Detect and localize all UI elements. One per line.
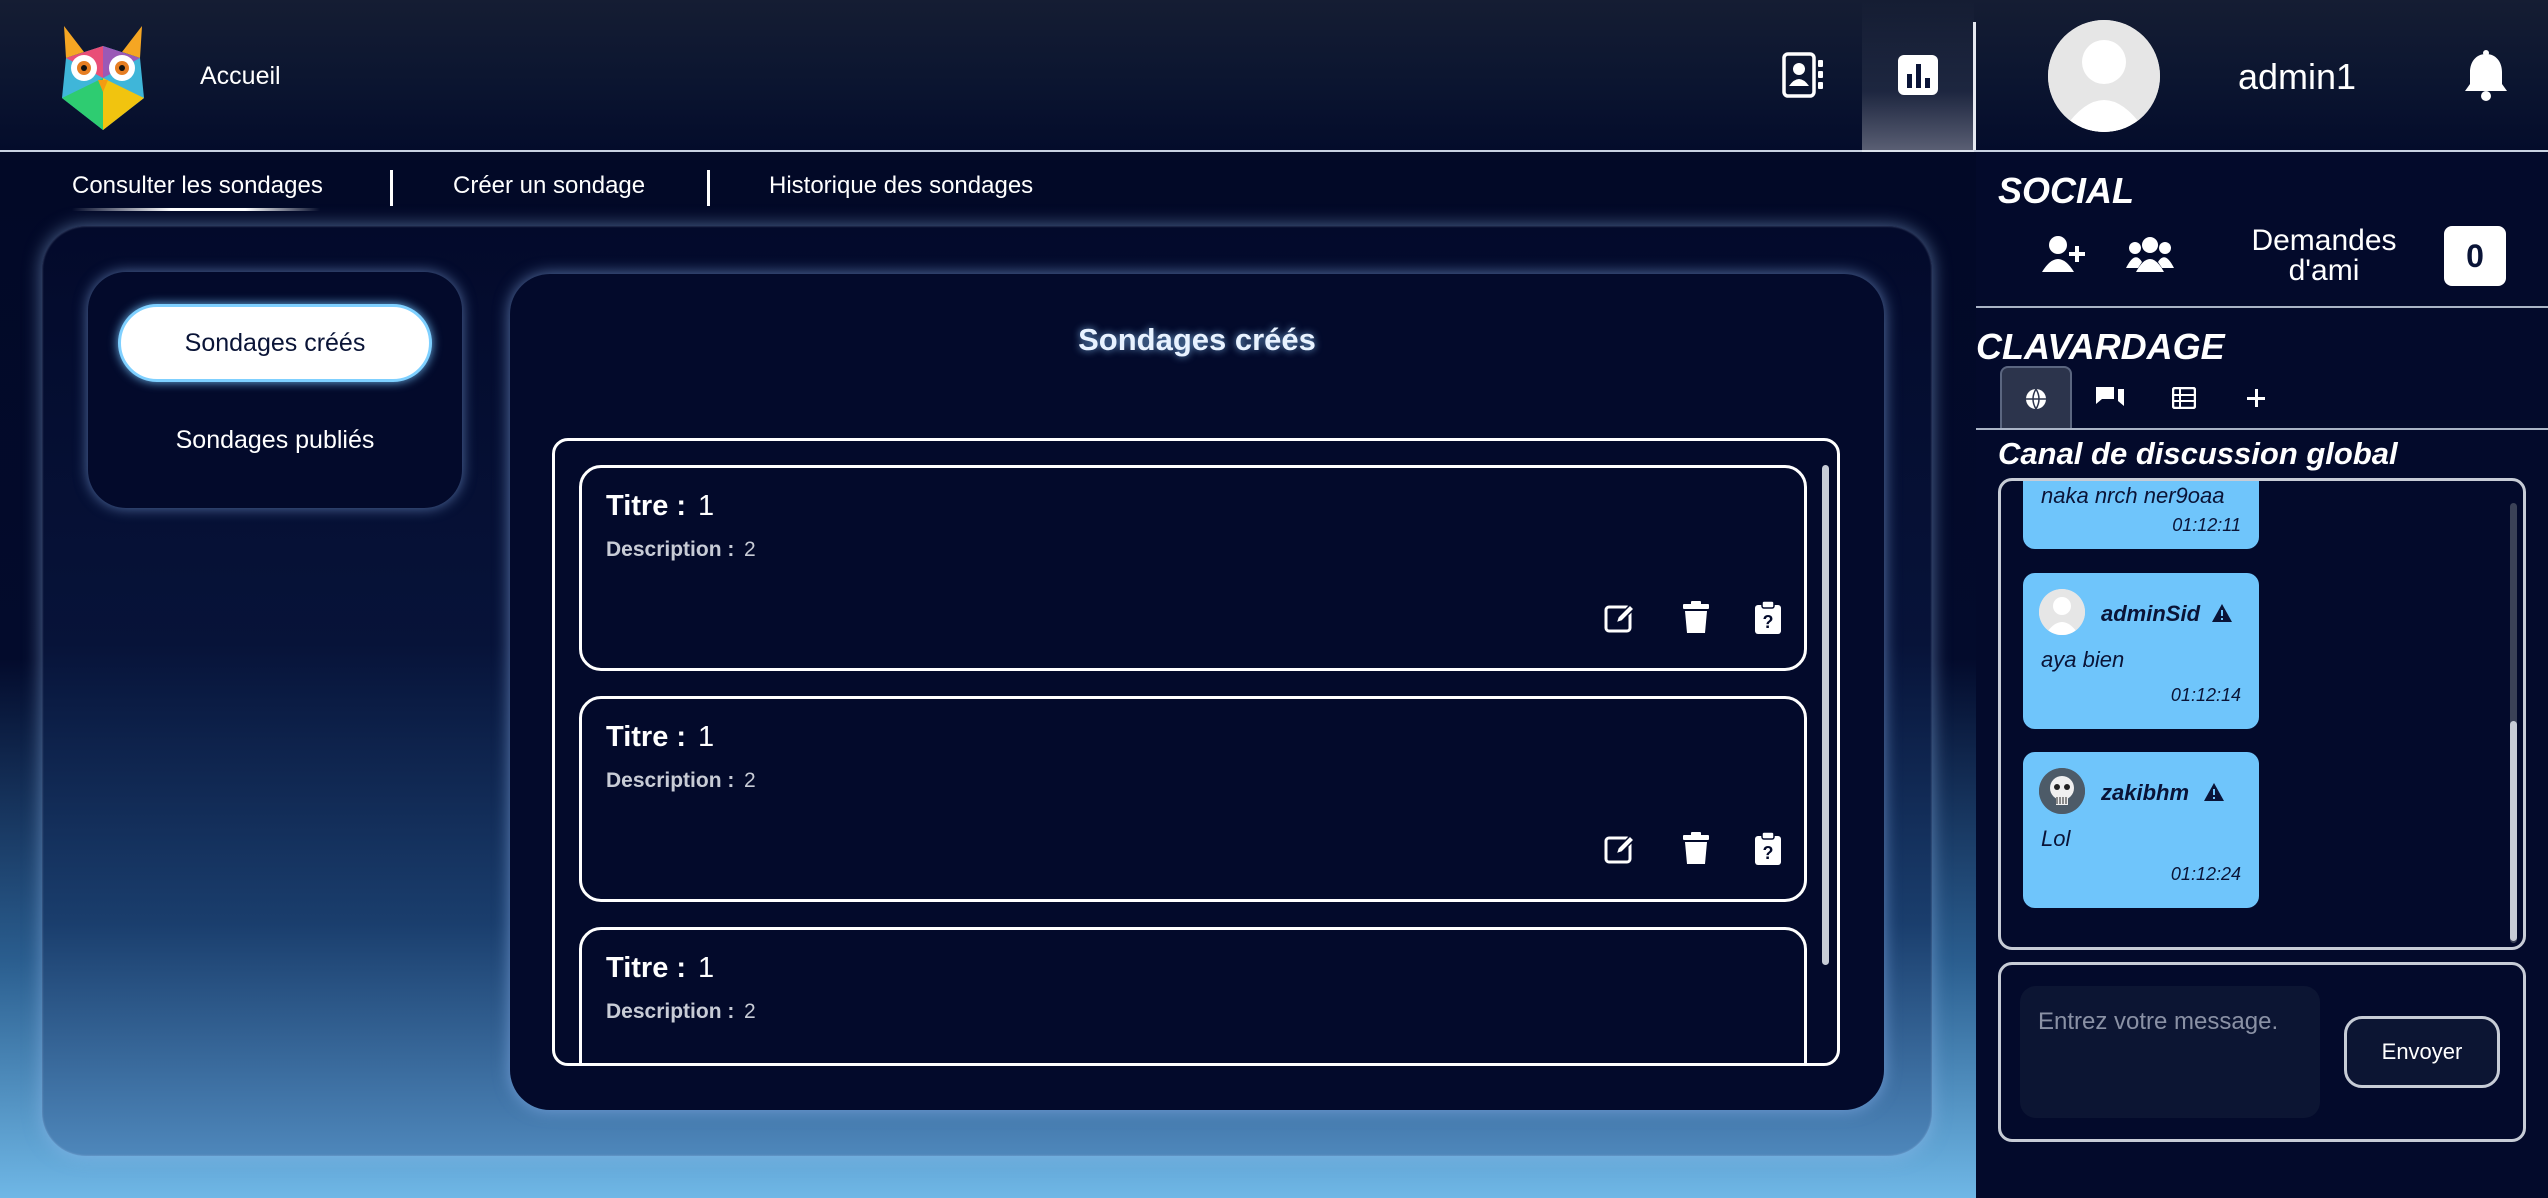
username-label[interactable]: admin1 [2238,56,2356,98]
sidebar-divider [1976,306,2548,308]
subnav-active-underline [72,208,320,211]
channel-title: Canal de discussion global [1998,436,2398,471]
svg-text:?: ? [1763,843,1774,863]
edit-icon[interactable] [1600,1060,1640,1063]
report-warning-icon[interactable] [2203,782,2225,807]
chat-scrollbar-thumb[interactable] [2510,721,2517,941]
chat-message: naka nrch ner9oaa 01:12:11 [2023,481,2259,549]
poll-card: Titre : 1 Description : 2 ? [579,465,1807,671]
chat-message: adminSid aya bien 01:12:14 [2023,573,2259,729]
subnav-poll-history[interactable]: Historique des sondages [769,172,1033,200]
poll-description: 2 [744,769,756,792]
poll-title: 1 [698,721,715,753]
friend-requests-count[interactable]: 0 [2444,226,2506,286]
trash-icon[interactable] [1676,598,1716,638]
bell-icon[interactable] [2462,50,2510,107]
poll-title: 1 [698,952,715,984]
chat-messages-panel[interactable]: naka nrch ner9oaa 01:12:11 adminSid aya … [1998,478,2526,950]
poll-title-label: Titre : [606,721,687,753]
send-button[interactable]: Envoyer [2344,1016,2500,1088]
channel-list-tab[interactable] [2148,366,2220,430]
trash-icon[interactable] [1676,829,1716,869]
poll-questions-icon[interactable]: ? [1748,1060,1788,1063]
chat-message-user[interactable]: zakibhm [2101,780,2189,806]
report-warning-icon[interactable] [2211,603,2233,628]
poll-description-label: Description : [606,538,735,561]
poll-description: 2 [744,538,756,561]
header-divider [1973,22,1976,150]
trash-icon[interactable] [1676,1060,1716,1063]
created-polls-button[interactable]: Sondages créés [118,304,432,382]
sidebar-divider [1976,428,2548,430]
add-channel-tab[interactable] [2220,366,2292,430]
chat-message-user[interactable]: adminSid [2101,601,2200,627]
friends-group-icon[interactable] [2124,232,2176,276]
chat-message-text: Lol [2041,826,2071,851]
user-avatar[interactable] [2048,20,2160,132]
poll-card: Titre : 1 Description : 2 ? [579,927,1807,1063]
poll-questions-icon[interactable]: ? [1748,829,1788,869]
chat-message-text: aya bien [2041,647,2125,672]
poll-list[interactable]: Titre : 1 Description : 2 ? Titre : 1 De… [552,438,1840,1066]
published-polls-button[interactable]: Sondages publiés [118,420,432,460]
svg-text:?: ? [1763,612,1774,632]
avatar[interactable] [2039,589,2085,635]
chat-message-input[interactable] [2020,986,2320,1118]
private-messages-tab[interactable] [2074,366,2146,430]
global-chat-tab[interactable] [2000,366,2072,430]
poll-description: 2 [744,1000,756,1023]
owl-logo[interactable] [44,18,162,136]
social-title: SOCIAL [1998,170,2135,211]
poll-questions-icon[interactable]: ? [1748,598,1788,638]
subnav-separator [390,170,393,206]
contacts-book-icon[interactable] [1778,50,1828,100]
edit-icon[interactable] [1600,829,1640,869]
poll-title: 1 [698,490,715,522]
chat-message-text: naka nrch ner9oaa [2041,483,2225,508]
poll-chart-icon[interactable] [1893,50,1943,100]
chat-message: zakibhm Lol 01:12:24 [2023,752,2259,908]
friend-requests-label: Demandes d'ami [2251,224,2397,287]
subnav-create-poll[interactable]: Créer un sondage [453,172,645,200]
subnav-separator [707,170,710,206]
content-title: Sondages créés [1078,322,1316,357]
poll-description-label: Description : [606,1000,735,1023]
poll-card: Titre : 1 Description : 2 ? [579,696,1807,902]
poll-list-scrollbar[interactable] [1822,465,1829,965]
poll-title-label: Titre : [606,952,687,984]
edit-icon[interactable] [1600,598,1640,638]
top-header: Accueil admin1 [0,0,2548,152]
chat-title: CLAVARDAGE [1976,326,2225,367]
home-link[interactable]: Accueil [200,62,281,91]
poll-description-label: Description : [606,769,735,792]
chat-message-time: 01:12:14 [2170,685,2241,705]
chat-message-time: 01:12:11 [2172,515,2241,535]
chat-message-time: 01:12:24 [2170,864,2241,884]
subnav-consult-polls[interactable]: Consulter les sondages [72,172,323,200]
add-friend-icon[interactable] [2038,232,2090,276]
avatar[interactable] [2039,768,2085,814]
poll-title-label: Titre : [606,490,687,522]
